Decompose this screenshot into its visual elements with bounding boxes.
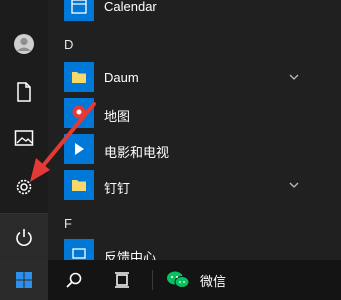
- user-avatar[interactable]: [0, 21, 48, 67]
- app-label: Calendar: [104, 0, 157, 14]
- daum-tile: [64, 62, 94, 92]
- avatar-icon: [14, 34, 34, 54]
- rail-documents[interactable]: [0, 69, 48, 115]
- dingtalk-tile: [64, 170, 94, 200]
- movies-tv-tile: [64, 134, 94, 164]
- taskbar: 微信: [0, 260, 341, 300]
- folder-icon: [72, 72, 86, 83]
- map-pin-icon: [72, 105, 86, 119]
- search-icon: [66, 272, 82, 288]
- play-icon: [75, 143, 84, 155]
- list-item-daum[interactable]: Daum: [48, 59, 313, 95]
- chevron-down-icon[interactable]: [288, 179, 300, 191]
- feedback-icon: [72, 248, 86, 259]
- maps-tile: [64, 98, 94, 128]
- document-icon: [17, 82, 31, 102]
- app-label: Daum: [104, 70, 139, 85]
- windows-logo-icon: [16, 272, 32, 288]
- start-button[interactable]: [0, 260, 48, 300]
- folder-icon: [72, 180, 86, 191]
- power-icon: [16, 229, 32, 246]
- rail-pictures[interactable]: [0, 115, 48, 161]
- wechat-icon: [167, 271, 190, 288]
- wechat-label: 微信: [200, 273, 227, 289]
- task-view-icon: [115, 272, 129, 288]
- app-list: Calendar D Daum 地图 电影和电视 钉钉 F 反馈中心: [48, 0, 341, 269]
- list-item-dingtalk[interactable]: 钉钉: [48, 167, 313, 203]
- app-label: 地图: [104, 109, 131, 124]
- list-item-maps[interactable]: 地图: [48, 95, 313, 131]
- calendar-tile-icon: [64, 0, 94, 21]
- rail-power[interactable]: [0, 213, 48, 260]
- letter-header-f[interactable]: F: [64, 216, 72, 231]
- rail-settings[interactable]: [0, 164, 48, 210]
- pictures-icon: [14, 130, 34, 146]
- taskbar-separator: [152, 270, 153, 290]
- chevron-down-icon[interactable]: [288, 71, 300, 83]
- app-label: 电影和电视: [104, 145, 170, 160]
- search-button[interactable]: [56, 260, 92, 300]
- app-label: 钉钉: [104, 181, 131, 196]
- list-item-movies-tv[interactable]: 电影和电视: [48, 131, 313, 167]
- task-view-button[interactable]: [104, 260, 140, 300]
- calendar-icon: [71, 0, 87, 14]
- taskbar-wechat[interactable]: 微信: [166, 260, 316, 300]
- letter-header-d[interactable]: D: [64, 37, 73, 52]
- start-menu-rail: [0, 0, 48, 260]
- settings-gear-icon: [16, 179, 32, 195]
- list-item-calendar[interactable]: Calendar: [48, 0, 313, 24]
